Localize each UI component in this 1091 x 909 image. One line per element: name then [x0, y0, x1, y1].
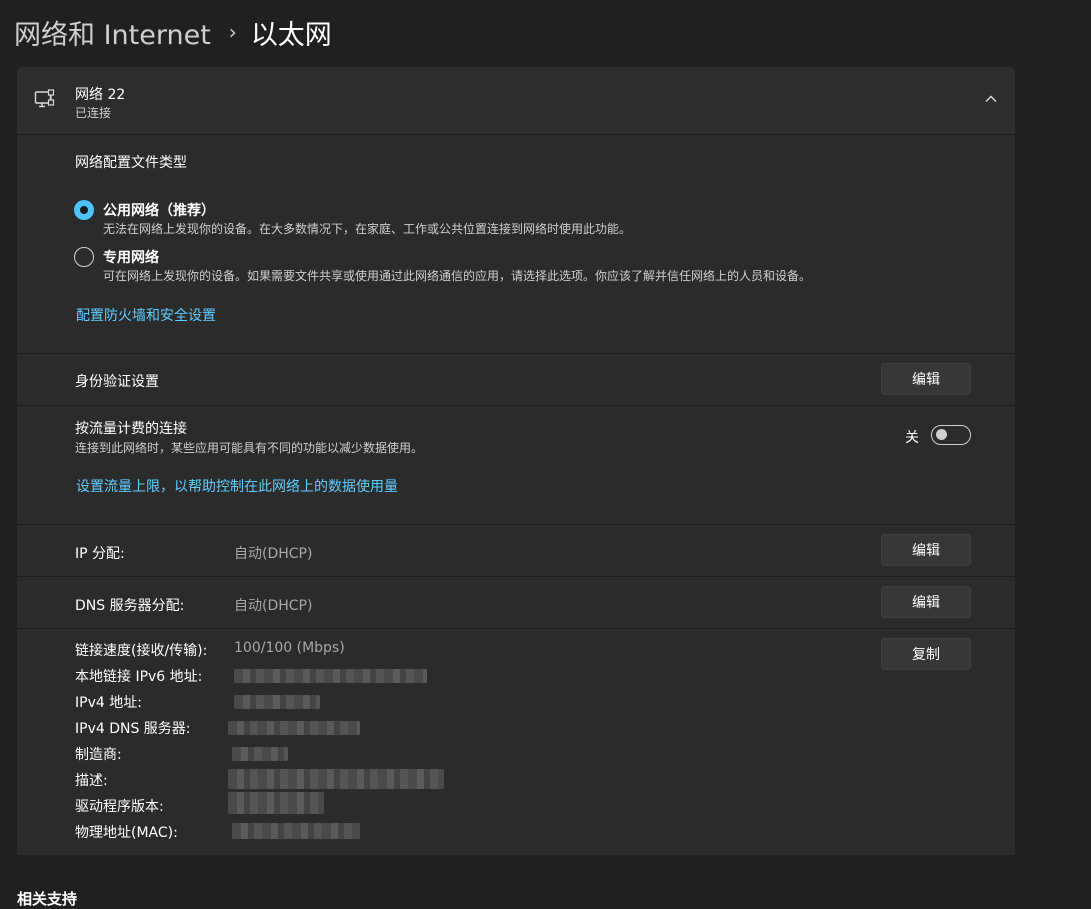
network-status: 已连接	[75, 106, 112, 120]
metered-description: 连接到此网络时，某些应用可能具有不同的功能以减少数据使用。	[75, 441, 424, 455]
redacted-ipv4	[234, 695, 320, 709]
page-title: 以太网	[250, 19, 332, 51]
redacted-manufacturer	[232, 747, 288, 761]
radio-public-button[interactable]	[74, 200, 94, 220]
redacted-ipv6	[234, 669, 427, 683]
auth-settings-row: 身份验证设置 编辑	[17, 354, 1015, 405]
data-limit-link[interactable]: 设置流量上限，以帮助控制在此网络上的数据使用量	[76, 476, 398, 496]
profile-title: 网络配置文件类型	[75, 155, 187, 171]
dns-assignment-row: DNS 服务器分配: 自动(DHCP) 编辑	[17, 577, 1015, 628]
auth-settings-label: 身份验证设置	[75, 374, 159, 390]
breadcrumb-parent[interactable]: 网络和 Internet	[14, 13, 211, 52]
chevron-up-icon[interactable]	[983, 91, 999, 107]
detail-label-ipv4: IPv4 地址:	[75, 695, 142, 711]
network-profile-section: 网络配置文件类型 公用网络（推荐） 无法在网络上发现你的设备。在大多数情况下，在…	[17, 135, 1015, 353]
dns-assignment-label: DNS 服务器分配:	[75, 598, 185, 614]
redacted-driver-version	[228, 792, 324, 814]
network-name: 网络 22	[75, 87, 126, 103]
metered-connection-section: 按流量计费的连接 连接到此网络时，某些应用可能具有不同的功能以减少数据使用。 关…	[17, 406, 1015, 524]
radio-public-description: 无法在网络上发现你的设备。在大多数情况下，在家庭、工作或公共位置连接到网络时使用…	[103, 222, 632, 236]
detail-label-ipv6: 本地链接 IPv6 地址:	[75, 669, 203, 685]
radio-private-label[interactable]: 专用网络	[103, 247, 159, 267]
detail-label-link-speed: 链接速度(接收/传输):	[75, 643, 208, 659]
radio-public-label[interactable]: 公用网络（推荐）	[103, 200, 215, 220]
dns-assignment-value: 自动(DHCP)	[234, 598, 313, 614]
metered-label: 按流量计费的连接	[75, 421, 187, 437]
redacted-mac	[232, 823, 360, 839]
detail-label-manufacturer: 制造商:	[75, 747, 122, 763]
firewall-settings-link[interactable]: 配置防火墙和安全设置	[76, 305, 216, 325]
radio-private-description: 可在网络上发现你的设备。如果需要文件共享或使用通过此网络通信的应用，请选择此选项…	[103, 269, 812, 283]
ip-assignment-row: IP 分配: 自动(DHCP) 编辑	[17, 525, 1015, 576]
ip-assignment-value: 自动(DHCP)	[234, 546, 313, 562]
copy-button[interactable]: 复制	[881, 638, 971, 670]
detail-label-ipv4-dns: IPv4 DNS 服务器:	[75, 721, 191, 737]
ethernet-monitor-icon	[34, 89, 55, 108]
redacted-description	[228, 769, 444, 789]
detail-value-link-speed: 100/100 (Mbps)	[234, 640, 345, 656]
breadcrumb: 网络和 Internet › 以太网	[14, 10, 332, 54]
network-header[interactable]: 网络 22 已连接	[17, 67, 1015, 134]
auth-edit-button[interactable]: 编辑	[881, 363, 971, 395]
detail-label-description: 描述:	[75, 773, 108, 789]
radio-private-button[interactable]	[74, 247, 94, 267]
ip-edit-button[interactable]: 编辑	[881, 534, 971, 566]
network-properties-section: 链接速度(接收/传输): 100/100 (Mbps) 本地链接 IPv6 地址…	[17, 629, 1015, 855]
breadcrumb-separator: ›	[228, 20, 237, 44]
ip-assignment-label: IP 分配:	[75, 546, 125, 562]
metered-toggle[interactable]	[931, 425, 971, 445]
redacted-ipv4-dns	[228, 721, 360, 735]
detail-label-driver-version: 驱动程序版本:	[75, 799, 164, 815]
metered-toggle-state: 关	[905, 430, 919, 446]
dns-edit-button[interactable]: 编辑	[881, 586, 971, 618]
detail-label-mac: 物理地址(MAC):	[75, 825, 178, 841]
